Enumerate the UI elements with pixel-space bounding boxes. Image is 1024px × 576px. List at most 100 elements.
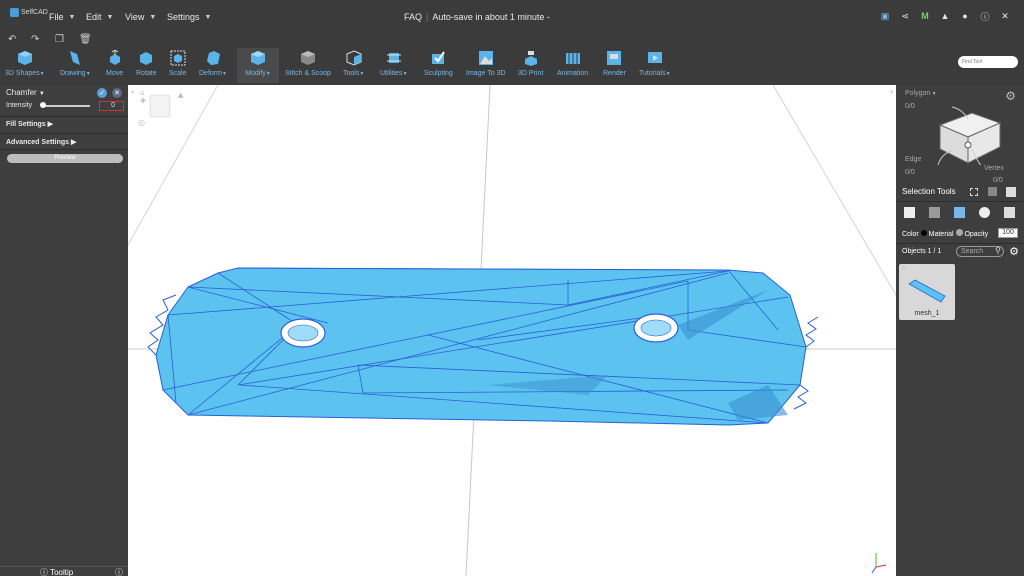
color-picker[interactable]: Color Material Opacity	[902, 229, 988, 238]
close-icon: ✕	[114, 90, 120, 97]
intensity-slider-track[interactable]	[42, 105, 90, 107]
solid-view-icon[interactable]	[904, 207, 915, 218]
tool-scale[interactable]: Scale	[169, 50, 187, 77]
polygon-mode[interactable]: Polygon ▼	[905, 90, 937, 97]
zoom-icon[interactable]: ✚	[140, 97, 146, 105]
tool-animation[interactable]: Animation	[557, 50, 588, 77]
tool-drawing[interactable]: Drawing▼	[60, 50, 91, 77]
tools-icon	[346, 50, 362, 66]
advanced-settings-label: Advanced Settings	[6, 139, 70, 146]
render-icon	[607, 51, 622, 65]
animation-icon	[565, 53, 580, 64]
divider	[896, 243, 1024, 244]
info-icon[interactable]: ⓘ	[980, 11, 990, 22]
image-icon	[478, 51, 493, 65]
save-icon[interactable]: ▣	[880, 11, 890, 21]
tool-rotate[interactable]: Rotate	[136, 50, 157, 77]
menu-settings[interactable]: Settings ▼	[167, 12, 211, 22]
menu-view[interactable]: View ▼	[125, 12, 156, 22]
tool-utilities[interactable]: Utilities▼	[380, 50, 408, 77]
find-tool-input[interactable]	[958, 56, 1018, 68]
user-icon[interactable]: ●	[960, 11, 970, 21]
tooltip-bar[interactable]: ⓘ Tooltip ⓘ	[0, 566, 128, 576]
objects-gear-icon[interactable]: ⚙	[1009, 245, 1019, 258]
tool-3d-print[interactable]: 3D Print	[518, 50, 543, 77]
object-card-mesh[interactable]: ◌ mesh_1	[899, 264, 955, 320]
menu-edit[interactable]: Edit ▼	[86, 12, 113, 22]
tool-sculpting[interactable]: Sculpting	[424, 50, 453, 77]
history-bar: ↶ ↷ ❐ 🗑︎	[0, 34, 1024, 48]
tool-deform[interactable]: Deform▼	[199, 50, 227, 77]
advanced-settings-toggle[interactable]: Advanced Settings ▶	[6, 138, 76, 146]
tool-tools[interactable]: Tools▼	[343, 50, 364, 77]
search-icon[interactable]: ⚲	[995, 246, 1001, 255]
box-select-icon[interactable]	[970, 188, 978, 196]
fullscreen-icon[interactable]: ✕	[1000, 11, 1010, 21]
preview-button[interactable]: Preview	[7, 154, 123, 163]
menu-file[interactable]: File ▼	[49, 12, 75, 22]
info-circle-icon[interactable]: ⓘ	[115, 567, 123, 576]
redo-icon[interactable]: ↷	[31, 34, 39, 45]
collapse-right-icon[interactable]: ›	[890, 87, 893, 96]
chevron-down-icon: ▼	[39, 71, 45, 77]
collapse-left-icon[interactable]: ‹	[131, 87, 134, 96]
chevron-down-icon: ▼	[665, 71, 671, 77]
divider	[0, 116, 128, 117]
mesh-object[interactable]	[147, 267, 819, 426]
title-divider: |	[426, 12, 429, 22]
top-menu-bar: SelfCAD File ▼ Edit ▼ View ▼ Settings ▼ FAQ …	[0, 0, 1024, 36]
chevron-down-icon: ▼	[68, 13, 76, 21]
color-swatch[interactable]	[920, 230, 927, 236]
tool-tutorials[interactable]: Tutorials▼	[639, 50, 671, 77]
apply-button[interactable]: ✓	[97, 88, 107, 98]
divider	[896, 201, 1024, 202]
intensity-input[interactable]: 0	[99, 101, 124, 111]
m-icon[interactable]: M	[920, 11, 930, 21]
undo-icon[interactable]: ↶	[8, 34, 16, 45]
material-swatch[interactable]	[955, 229, 963, 236]
bell-icon[interactable]: ▲	[940, 11, 950, 21]
visibility-icon[interactable]: ◌	[901, 265, 905, 272]
tool-3d-shapes[interactable]: 3D Shapes▼	[5, 50, 45, 77]
shaded-view-icon[interactable]	[979, 207, 990, 218]
view-cube[interactable]	[149, 94, 171, 118]
tool-label: Animation	[557, 70, 589, 77]
tool-render[interactable]: Render	[603, 50, 626, 77]
tool-label: Scale	[169, 70, 187, 77]
opacity-input[interactable]: 100	[998, 228, 1018, 238]
selection-cube-diagram	[937, 106, 1002, 165]
wireframe-view-icon[interactable]	[929, 207, 940, 218]
tool-move[interactable]: Move	[106, 50, 123, 77]
chevron-down-icon: ▼	[402, 71, 408, 77]
tool-label: Image To 3D	[466, 70, 506, 77]
material-label[interactable]: Material	[929, 231, 954, 238]
gear-icon[interactable]: ⚙	[1005, 89, 1016, 103]
objects-count: Objects 1 / 1	[902, 248, 942, 255]
xray-view-icon[interactable]	[1004, 207, 1015, 218]
cancel-button[interactable]: ✕	[112, 88, 122, 98]
intensity-label: Intensity	[6, 102, 33, 109]
mesh-view-icon[interactable]	[954, 207, 965, 218]
trash-icon[interactable]: 🗑︎	[79, 34, 92, 45]
tool-label: Render	[603, 70, 626, 77]
chamfer-dropdown[interactable]: Chamfer ▼	[6, 88, 45, 97]
scene-canvas[interactable]: ⌂ ▲ ✚ ◎ › ‹	[128, 85, 896, 576]
tool-stitch-scoop[interactable]: Stitch & Scoop	[285, 50, 331, 77]
tool-image-to-3d[interactable]: Image To 3D	[466, 50, 506, 77]
grid-line	[128, 85, 219, 246]
intensity-slider-handle[interactable]	[40, 102, 46, 108]
copy-icon[interactable]: ❐	[55, 34, 64, 45]
chevron-down-icon: ▼	[149, 13, 157, 21]
tool-modify[interactable]: Modify▼	[237, 48, 279, 83]
perspective-icon[interactable]: ▲	[178, 91, 184, 99]
pointer-icon[interactable]: ◎	[138, 118, 145, 127]
select-all-icon[interactable]	[1006, 187, 1016, 197]
home-icon[interactable]: ⌂	[140, 89, 144, 97]
share-icon[interactable]: ⋖	[900, 11, 910, 21]
app-logo[interactable]: SelfCAD	[10, 8, 48, 17]
3d-viewport[interactable]: ⌂ ▲ ✚ ◎ › ‹	[128, 85, 896, 576]
fill-settings-toggle[interactable]: Fill Settings ▶	[6, 120, 53, 128]
tool-label: Move	[106, 70, 124, 77]
faq-link[interactable]: FAQ	[404, 12, 422, 22]
lasso-select-icon[interactable]	[988, 187, 997, 196]
